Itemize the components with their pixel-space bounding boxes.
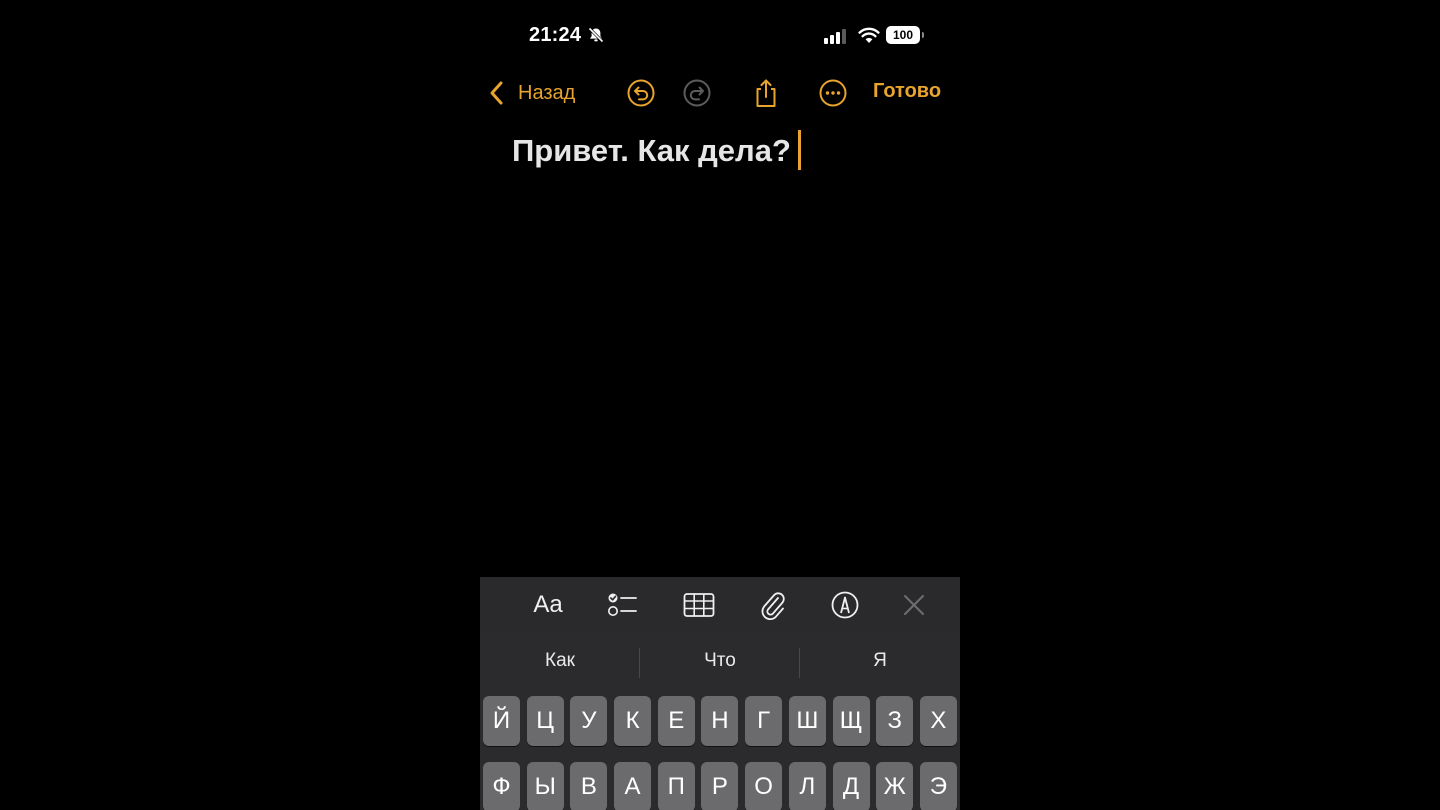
close-icon bbox=[904, 595, 924, 615]
undo-icon[interactable] bbox=[625, 77, 657, 109]
format-toolbar: Aa bbox=[480, 577, 960, 632]
key[interactable]: Ц bbox=[526, 696, 564, 746]
key[interactable]: Д bbox=[832, 762, 870, 810]
key[interactable]: А bbox=[614, 762, 652, 810]
key[interactable]: Л bbox=[788, 762, 826, 810]
key[interactable]: В bbox=[570, 762, 608, 810]
key[interactable]: Е bbox=[657, 696, 695, 746]
markup-pen-icon bbox=[831, 591, 859, 619]
notes-app-screen: 21:24 100 Назад Готово Привет. Как дела?… bbox=[480, 0, 960, 810]
checklist-icon bbox=[608, 593, 637, 616]
note-text: Привет. Как дела? bbox=[512, 133, 791, 168]
close-toolbar-button[interactable] bbox=[897, 589, 931, 621]
cellular-signal-icon bbox=[824, 29, 846, 44]
suggestion-2[interactable]: Что bbox=[640, 650, 800, 672]
done-button[interactable]: Готово bbox=[873, 80, 941, 103]
key[interactable]: Щ bbox=[832, 696, 870, 746]
key[interactable]: Г bbox=[745, 696, 783, 746]
key[interactable]: Х bbox=[919, 696, 957, 746]
checklist-button[interactable] bbox=[605, 589, 639, 621]
key[interactable]: Э bbox=[919, 762, 957, 810]
key[interactable]: Ш bbox=[788, 696, 826, 746]
bell-slash-icon bbox=[588, 27, 604, 43]
key-row-2: Ф Ы В А П Р О Л Д Ж Э bbox=[483, 762, 957, 810]
battery-icon: 100 bbox=[886, 26, 924, 44]
keyboard: Как Что Я Й Ц У К Е Н Г Ш Щ З Х Ф Ы В А … bbox=[480, 632, 960, 810]
share-icon[interactable] bbox=[750, 77, 782, 109]
key[interactable]: К bbox=[614, 696, 652, 746]
markup-button[interactable] bbox=[828, 589, 862, 621]
attachment-button[interactable] bbox=[756, 589, 790, 621]
key[interactable]: Н bbox=[701, 696, 739, 746]
redo-icon[interactable] bbox=[681, 77, 713, 109]
more-icon[interactable] bbox=[817, 77, 849, 109]
key[interactable]: У bbox=[570, 696, 608, 746]
suggestion-3[interactable]: Я bbox=[800, 650, 960, 672]
wifi-icon bbox=[858, 27, 880, 43]
table-icon bbox=[683, 593, 715, 617]
key[interactable]: Ы bbox=[526, 762, 564, 810]
key[interactable]: З bbox=[876, 696, 914, 746]
paperclip-icon bbox=[761, 592, 785, 620]
note-editor[interactable]: Привет. Как дела? bbox=[512, 130, 932, 172]
text-style-label: Aa bbox=[533, 591, 563, 618]
back-button[interactable]: Назад bbox=[488, 78, 575, 108]
key[interactable]: П bbox=[657, 762, 695, 810]
text-cursor bbox=[797, 130, 801, 170]
chevron-left-icon bbox=[490, 81, 503, 105]
suggestion-1[interactable]: Как bbox=[480, 650, 640, 672]
status-time: 21:24 bbox=[529, 24, 582, 46]
key[interactable]: Р bbox=[701, 762, 739, 810]
key[interactable]: Й bbox=[483, 696, 520, 746]
table-button[interactable] bbox=[682, 589, 716, 621]
back-label: Назад bbox=[518, 81, 576, 104]
key[interactable]: Ж bbox=[876, 762, 914, 810]
key[interactable]: О bbox=[745, 762, 783, 810]
key[interactable]: Ф bbox=[483, 762, 520, 810]
text-style-button[interactable]: Aa bbox=[528, 589, 568, 621]
key-row-1: Й Ц У К Е Н Г Ш Щ З Х bbox=[483, 696, 957, 746]
